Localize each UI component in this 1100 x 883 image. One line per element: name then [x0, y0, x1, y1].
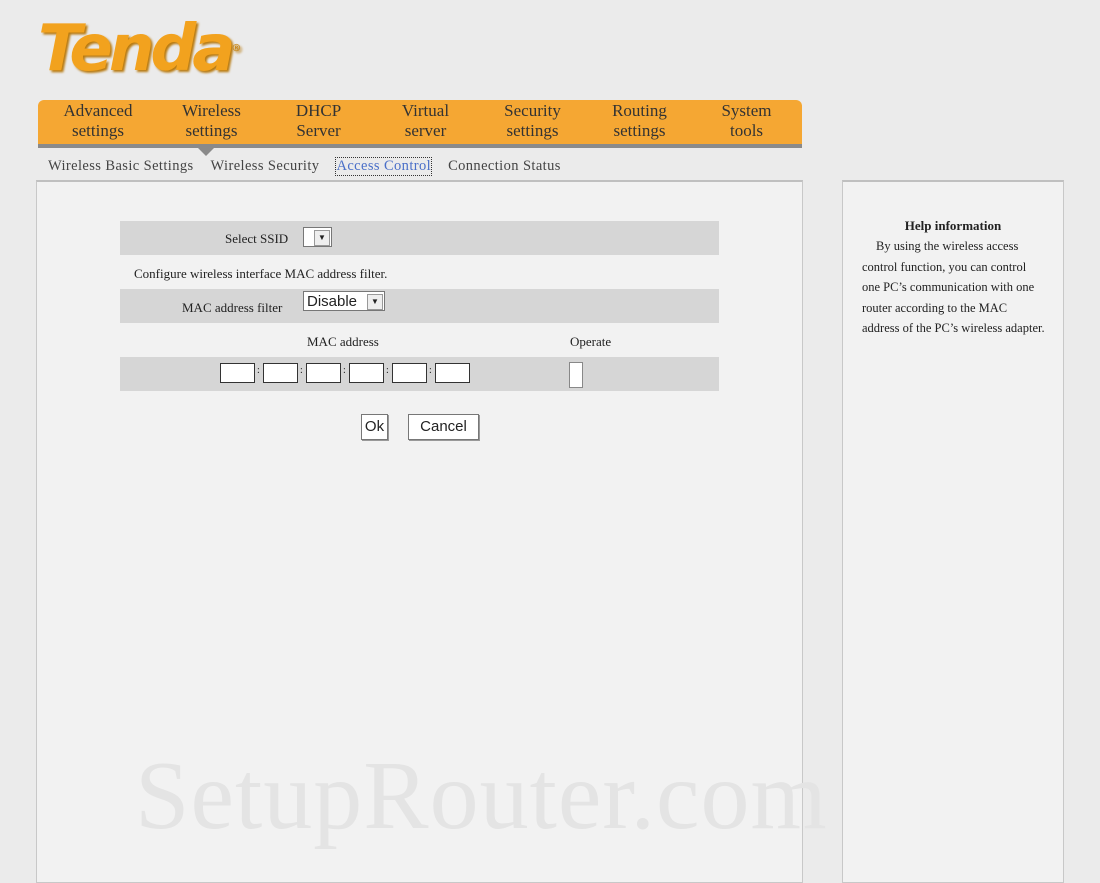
select-ssid-dropdown[interactable]: ▼	[303, 227, 332, 247]
colon-separator: :	[343, 365, 346, 376]
nav-advanced-settings[interactable]: Advanced settings	[38, 100, 158, 144]
help-title: Help information	[904, 218, 1002, 233]
nav-label: Advanced	[63, 101, 133, 120]
nav-routing-settings[interactable]: Routing settings	[586, 100, 693, 144]
nav-security-settings[interactable]: Security settings	[479, 100, 586, 144]
colon-separator: :	[386, 365, 389, 376]
nav-label: server	[404, 121, 447, 140]
logo-text: Tenda	[38, 12, 235, 86]
nav-label: settings	[185, 121, 238, 140]
nav-label: System	[721, 101, 772, 120]
tenda-logo: Tenda®	[38, 12, 242, 86]
colon-separator: :	[429, 365, 432, 376]
nav-label: Virtual	[401, 101, 450, 120]
nav-label: settings	[72, 121, 124, 140]
operate-header: Operate	[570, 334, 612, 349]
mac-filter-label: MAC address filter	[182, 300, 283, 315]
nav-virtual-server[interactable]: Virtual server	[372, 100, 479, 144]
nav-label: tools	[729, 121, 764, 140]
chevron-down-icon: ▼	[314, 230, 330, 246]
nav-label: Server	[296, 121, 341, 140]
nav-label: DHCP	[295, 101, 342, 120]
nav-system-tools[interactable]: System tools	[693, 100, 800, 144]
operate-button[interactable]	[569, 362, 583, 388]
mac-address-row: : : : : :	[120, 357, 719, 391]
mac-octet-6-input[interactable]	[435, 363, 470, 383]
mac-octet-3-input[interactable]	[306, 363, 341, 383]
nav-label: Wireless	[182, 101, 241, 120]
mac-octet-4-input[interactable]	[349, 363, 384, 383]
select-ssid-label: Select SSID	[225, 231, 289, 246]
nav-label: Security	[504, 101, 561, 120]
watermark: SetupRouter.com	[135, 742, 828, 850]
nav-label: Routing	[612, 101, 667, 120]
select-ssid-row: Select SSID ▼	[120, 221, 719, 255]
ok-button[interactable]: Ok	[361, 414, 388, 440]
nav-label: settings	[506, 121, 559, 140]
subtab-access-control[interactable]: Access Control	[335, 157, 433, 176]
nav-dhcp-server[interactable]: DHCP Server	[265, 100, 372, 144]
help-panel: Help information By using the wireless a…	[842, 180, 1064, 883]
nav-wireless-settings[interactable]: Wireless settings	[158, 100, 265, 144]
chevron-down-icon: ▼	[367, 294, 383, 310]
mac-filter-value: Disable	[307, 293, 358, 310]
subtab-wireless-basic-settings[interactable]: Wireless Basic Settings	[48, 158, 194, 175]
subtab-wireless-security[interactable]: Wireless Security	[211, 158, 320, 175]
sub-nav: Wireless Basic Settings Wireless Securit…	[48, 157, 561, 176]
mac-octet-1-input[interactable]	[220, 363, 255, 383]
help-text: By using the wireless access control fun…	[862, 239, 1045, 335]
mac-filter-dropdown[interactable]: Disable ▼	[303, 291, 385, 311]
cancel-button[interactable]: Cancel	[408, 414, 479, 440]
subtab-connection-status[interactable]: Connection Status	[448, 158, 561, 175]
active-nav-pointer	[198, 148, 214, 156]
mac-filter-description: Configure wireless interface MAC address…	[134, 266, 388, 281]
mac-octet-2-input[interactable]	[263, 363, 298, 383]
colon-separator: :	[257, 365, 260, 376]
mac-filter-row: MAC address filter Disable ▼	[120, 289, 719, 323]
main-nav: Advanced settings Wireless settings DHCP Se…	[38, 100, 802, 148]
colon-separator: :	[300, 365, 303, 376]
nav-label: settings	[613, 121, 666, 140]
mac-address-header: MAC address	[307, 334, 379, 349]
mac-octet-5-input[interactable]	[392, 363, 427, 383]
